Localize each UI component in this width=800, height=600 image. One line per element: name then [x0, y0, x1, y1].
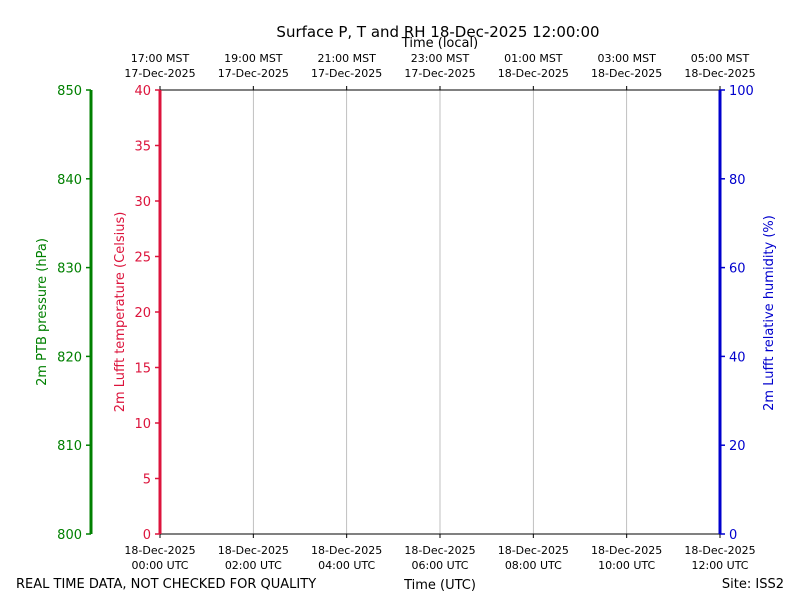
temperature-axis-tick-label: 30	[134, 195, 151, 210]
x-tick-label-date: 18-Dec-2025	[498, 544, 569, 557]
humidity-axis-tick-label: 60	[729, 262, 746, 277]
top-tick-label-time: 21:00 MST	[317, 52, 376, 65]
x-tick-label-date: 18-Dec-2025	[684, 544, 755, 557]
top-tick-label-date: 18-Dec-2025	[498, 67, 569, 80]
humidity-axis-tick-label: 100	[729, 84, 754, 99]
x-axis-label: Time (UTC)	[403, 578, 476, 593]
quality-disclaimer: REAL TIME DATA, NOT CHECKED FOR QUALITY	[16, 577, 316, 592]
pressure-axis-tick-label: 850	[57, 84, 82, 99]
top-tick-label-date: 18-Dec-2025	[591, 67, 662, 80]
site-label: Site: ISS2	[722, 577, 784, 592]
humidity-axis-tick-label: 40	[729, 350, 746, 365]
temperature-axis-tick-label: 35	[134, 140, 151, 155]
top-tick-label-date: 17-Dec-2025	[124, 67, 195, 80]
x-tick-label-time: 04:00 UTC	[318, 559, 375, 572]
x-tick-label-date: 18-Dec-2025	[124, 544, 195, 557]
pressure-axis-label: 2m PTB pressure (hPa)	[35, 238, 50, 386]
x-tick-label-time: 06:00 UTC	[411, 559, 468, 572]
top-tick-label-time: 05:00 MST	[691, 52, 750, 65]
top-tick-label-time: 01:00 MST	[504, 52, 563, 65]
humidity-axis-tick-label: 0	[729, 528, 737, 543]
x-tick-label-time: 12:00 UTC	[691, 559, 748, 572]
x-tick-label-date: 18-Dec-2025	[218, 544, 289, 557]
x-tick-label-time: 00:00 UTC	[131, 559, 188, 572]
pressure-axis-tick-label: 800	[57, 528, 82, 543]
temperature-axis-tick-label: 0	[143, 528, 151, 543]
pressure-axis-tick-label: 820	[57, 350, 82, 365]
top-axis-label: Time (local)	[401, 36, 478, 51]
top-tick-label-date: 17-Dec-2025	[404, 67, 475, 80]
top-tick-label-date: 17-Dec-2025	[311, 67, 382, 80]
humidity-axis-tick-label: 80	[729, 173, 746, 188]
temperature-axis-tick-label: 25	[134, 251, 151, 266]
top-tick-label-date: 18-Dec-2025	[684, 67, 755, 80]
top-tick-label-date: 17-Dec-2025	[218, 67, 289, 80]
top-tick-label-time: 23:00 MST	[411, 52, 470, 65]
temperature-axis-tick-label: 5	[143, 473, 151, 488]
x-tick-label-date: 18-Dec-2025	[591, 544, 662, 557]
temperature-axis-tick-label: 15	[134, 362, 151, 377]
chart: Surface P, T and RH 18-Dec-2025 12:00:00…	[0, 0, 800, 600]
temperature-axis-tick-label: 40	[134, 84, 151, 99]
temperature-axis-tick-label: 10	[134, 417, 151, 432]
top-tick-label-time: 17:00 MST	[131, 52, 190, 65]
x-tick-label-time: 08:00 UTC	[505, 559, 562, 572]
pressure-axis-tick-label: 810	[57, 439, 82, 454]
top-tick-label-time: 19:00 MST	[224, 52, 283, 65]
x-tick-label-time: 10:00 UTC	[598, 559, 655, 572]
humidity-axis-label: 2m Lufft relative humidity (%)	[762, 215, 777, 411]
temperature-axis-label: 2m Lufft temperature (Celsius)	[113, 212, 128, 413]
temperature-axis-tick-label: 20	[134, 306, 151, 321]
humidity-axis-tick-label: 20	[729, 439, 746, 454]
x-tick-label-date: 18-Dec-2025	[311, 544, 382, 557]
x-tick-label-time: 02:00 UTC	[225, 559, 282, 572]
x-tick-label-date: 18-Dec-2025	[404, 544, 475, 557]
pressure-axis-tick-label: 840	[57, 173, 82, 188]
top-tick-label-time: 03:00 MST	[597, 52, 656, 65]
pressure-axis-tick-label: 830	[57, 262, 82, 277]
